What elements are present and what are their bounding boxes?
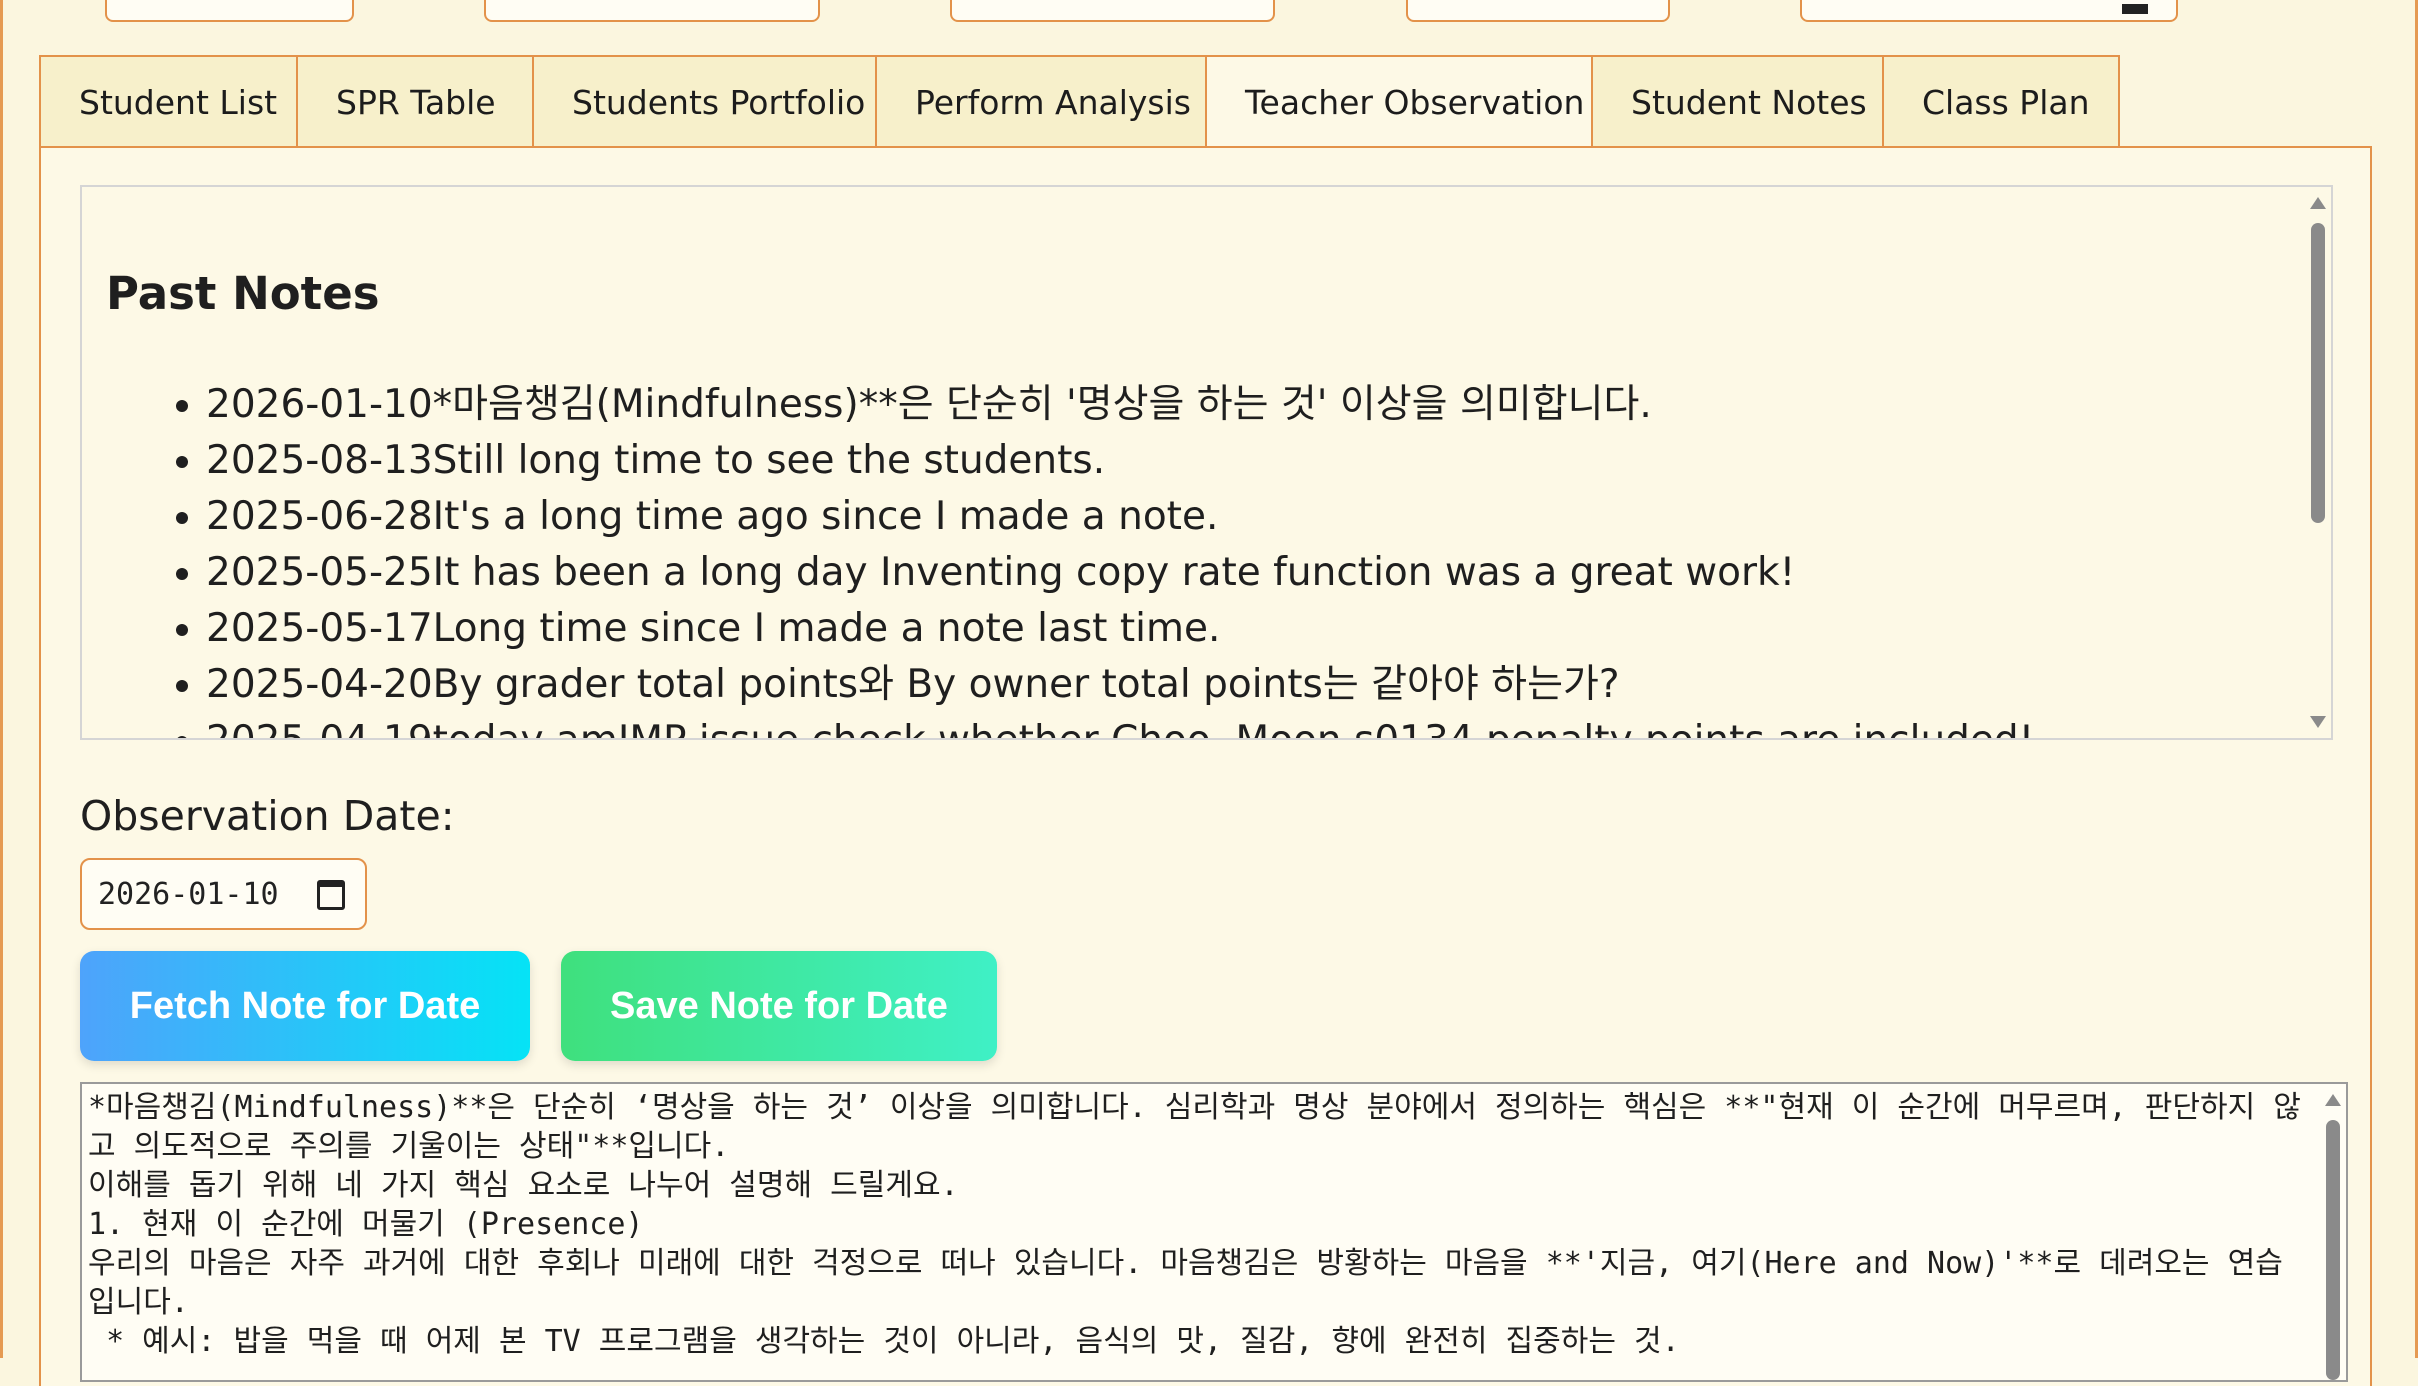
observation-date-input[interactable]: 2026-01-10 [80, 858, 367, 930]
save-note-button[interactable]: Save Note for Date [561, 951, 997, 1061]
observation-date-label: Observation Date: [80, 792, 455, 840]
past-note-item[interactable]: 2025-08-13Still long time to see the stu… [206, 433, 2306, 489]
tab-teacher-observation[interactable]: Teacher Observation [1205, 55, 1591, 148]
past-note-item[interactable]: 2025-04-20By grader total points와 By own… [206, 657, 2306, 713]
past-note-item[interactable]: 2025-05-17Long time since I made a note … [206, 601, 2306, 657]
calendar-icon[interactable] [317, 880, 345, 910]
scroll-thumb[interactable] [2311, 223, 2325, 523]
tab-bar: Student List SPR Table Students Portfoli… [39, 55, 2120, 148]
tab-spr-table[interactable]: SPR Table [296, 55, 532, 148]
observation-date-value: 2026-01-10 [98, 876, 279, 912]
scroll-thumb[interactable] [2326, 1120, 2340, 1380]
scroll-up-arrow-icon[interactable] [2310, 197, 2326, 209]
past-notes-scrollbar[interactable] [2305, 187, 2331, 738]
tab-class-plan[interactable]: Class Plan [1882, 55, 2120, 148]
tab-student-list[interactable]: Student List [39, 55, 296, 148]
past-note-item[interactable]: 2025-06-28It's a long time ago since I m… [206, 489, 2306, 545]
scroll-up-arrow-icon[interactable] [2325, 1094, 2341, 1106]
top-date-picker[interactable] [1800, 0, 2178, 22]
past-note-item[interactable]: 2025-04-19today amIMP issue check whethe… [206, 713, 2306, 738]
fetch-note-button[interactable]: Fetch Note for Date [80, 951, 530, 1061]
scroll-down-arrow-icon[interactable] [2310, 716, 2326, 728]
past-notes-title: Past Notes [106, 267, 380, 320]
tab-perform-analysis[interactable]: Perform Analysis [875, 55, 1205, 148]
subject-selector[interactable] [484, 0, 820, 22]
tab-student-notes[interactable]: Student Notes [1591, 55, 1882, 148]
past-note-item[interactable]: 2025-05-25It has been a long day Inventi… [206, 545, 2306, 601]
note-text: *마음챙김(Mindfulness)**은 단순히 ‘명상을 하는 것’ 이상을… [88, 1090, 2301, 1359]
calendar-icon [2122, 4, 2148, 14]
class-selector[interactable] [105, 0, 354, 22]
student-selector[interactable] [950, 0, 1275, 22]
past-note-item[interactable]: 2026-01-10*마음챙김(Mindfulness)**은 단순히 '명상을… [206, 377, 2306, 433]
note-textarea[interactable]: *마음챙김(Mindfulness)**은 단순히 ‘명상을 하는 것’ 이상을… [80, 1082, 2348, 1382]
past-notes-box[interactable]: Past Notes 2026-01-10*마음챙김(Mindfulness)*… [80, 185, 2333, 740]
id-selector[interactable] [1406, 0, 1670, 22]
past-notes-list: 2026-01-10*마음챙김(Mindfulness)**은 단순히 '명상을… [142, 377, 2306, 738]
tab-students-portfolio[interactable]: Students Portfolio [532, 55, 875, 148]
note-scrollbar[interactable] [2320, 1084, 2346, 1380]
